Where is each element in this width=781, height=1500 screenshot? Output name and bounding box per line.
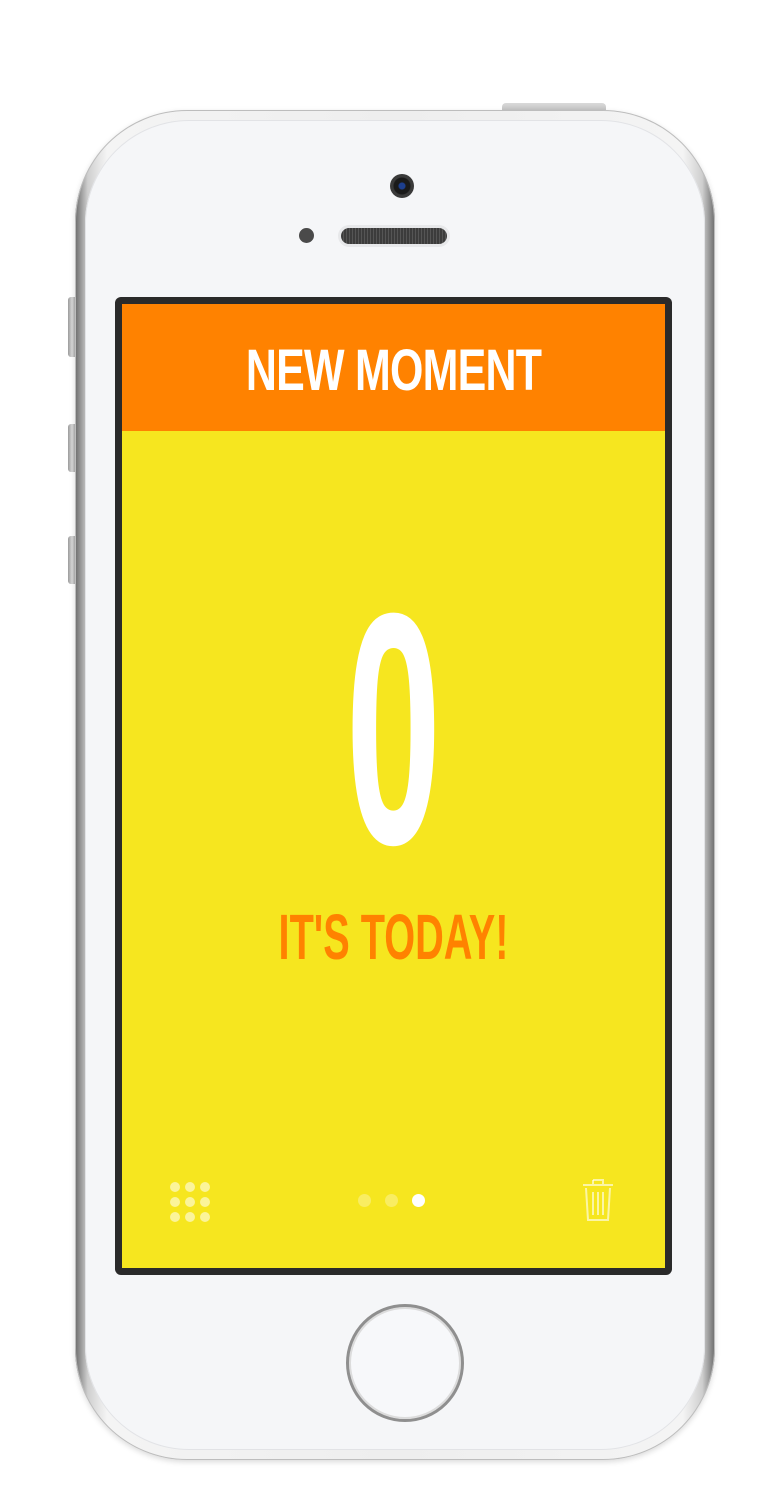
header-bar[interactable]: NEW MOMENT [122, 304, 665, 431]
proximity-sensor [299, 228, 314, 243]
earpiece-speaker [341, 228, 447, 244]
home-button[interactable] [346, 1304, 464, 1422]
countdown-caption: IT'S TODAY! [278, 901, 509, 973]
countdown-value: 0 [345, 544, 442, 913]
page-dot-active[interactable] [412, 1193, 425, 1207]
page-dot[interactable] [385, 1193, 398, 1207]
trash-icon[interactable] [581, 1177, 615, 1223]
grid-icon[interactable] [168, 1180, 212, 1224]
page-dot[interactable] [358, 1193, 371, 1207]
page-title: NEW MOMENT [245, 337, 542, 403]
front-camera [390, 174, 414, 198]
page-indicator [358, 1192, 430, 1208]
device-mockup: NEW MOMENT 0 IT'S TODAY! [0, 0, 781, 1500]
app-screen: NEW MOMENT 0 IT'S TODAY! [122, 304, 665, 1268]
